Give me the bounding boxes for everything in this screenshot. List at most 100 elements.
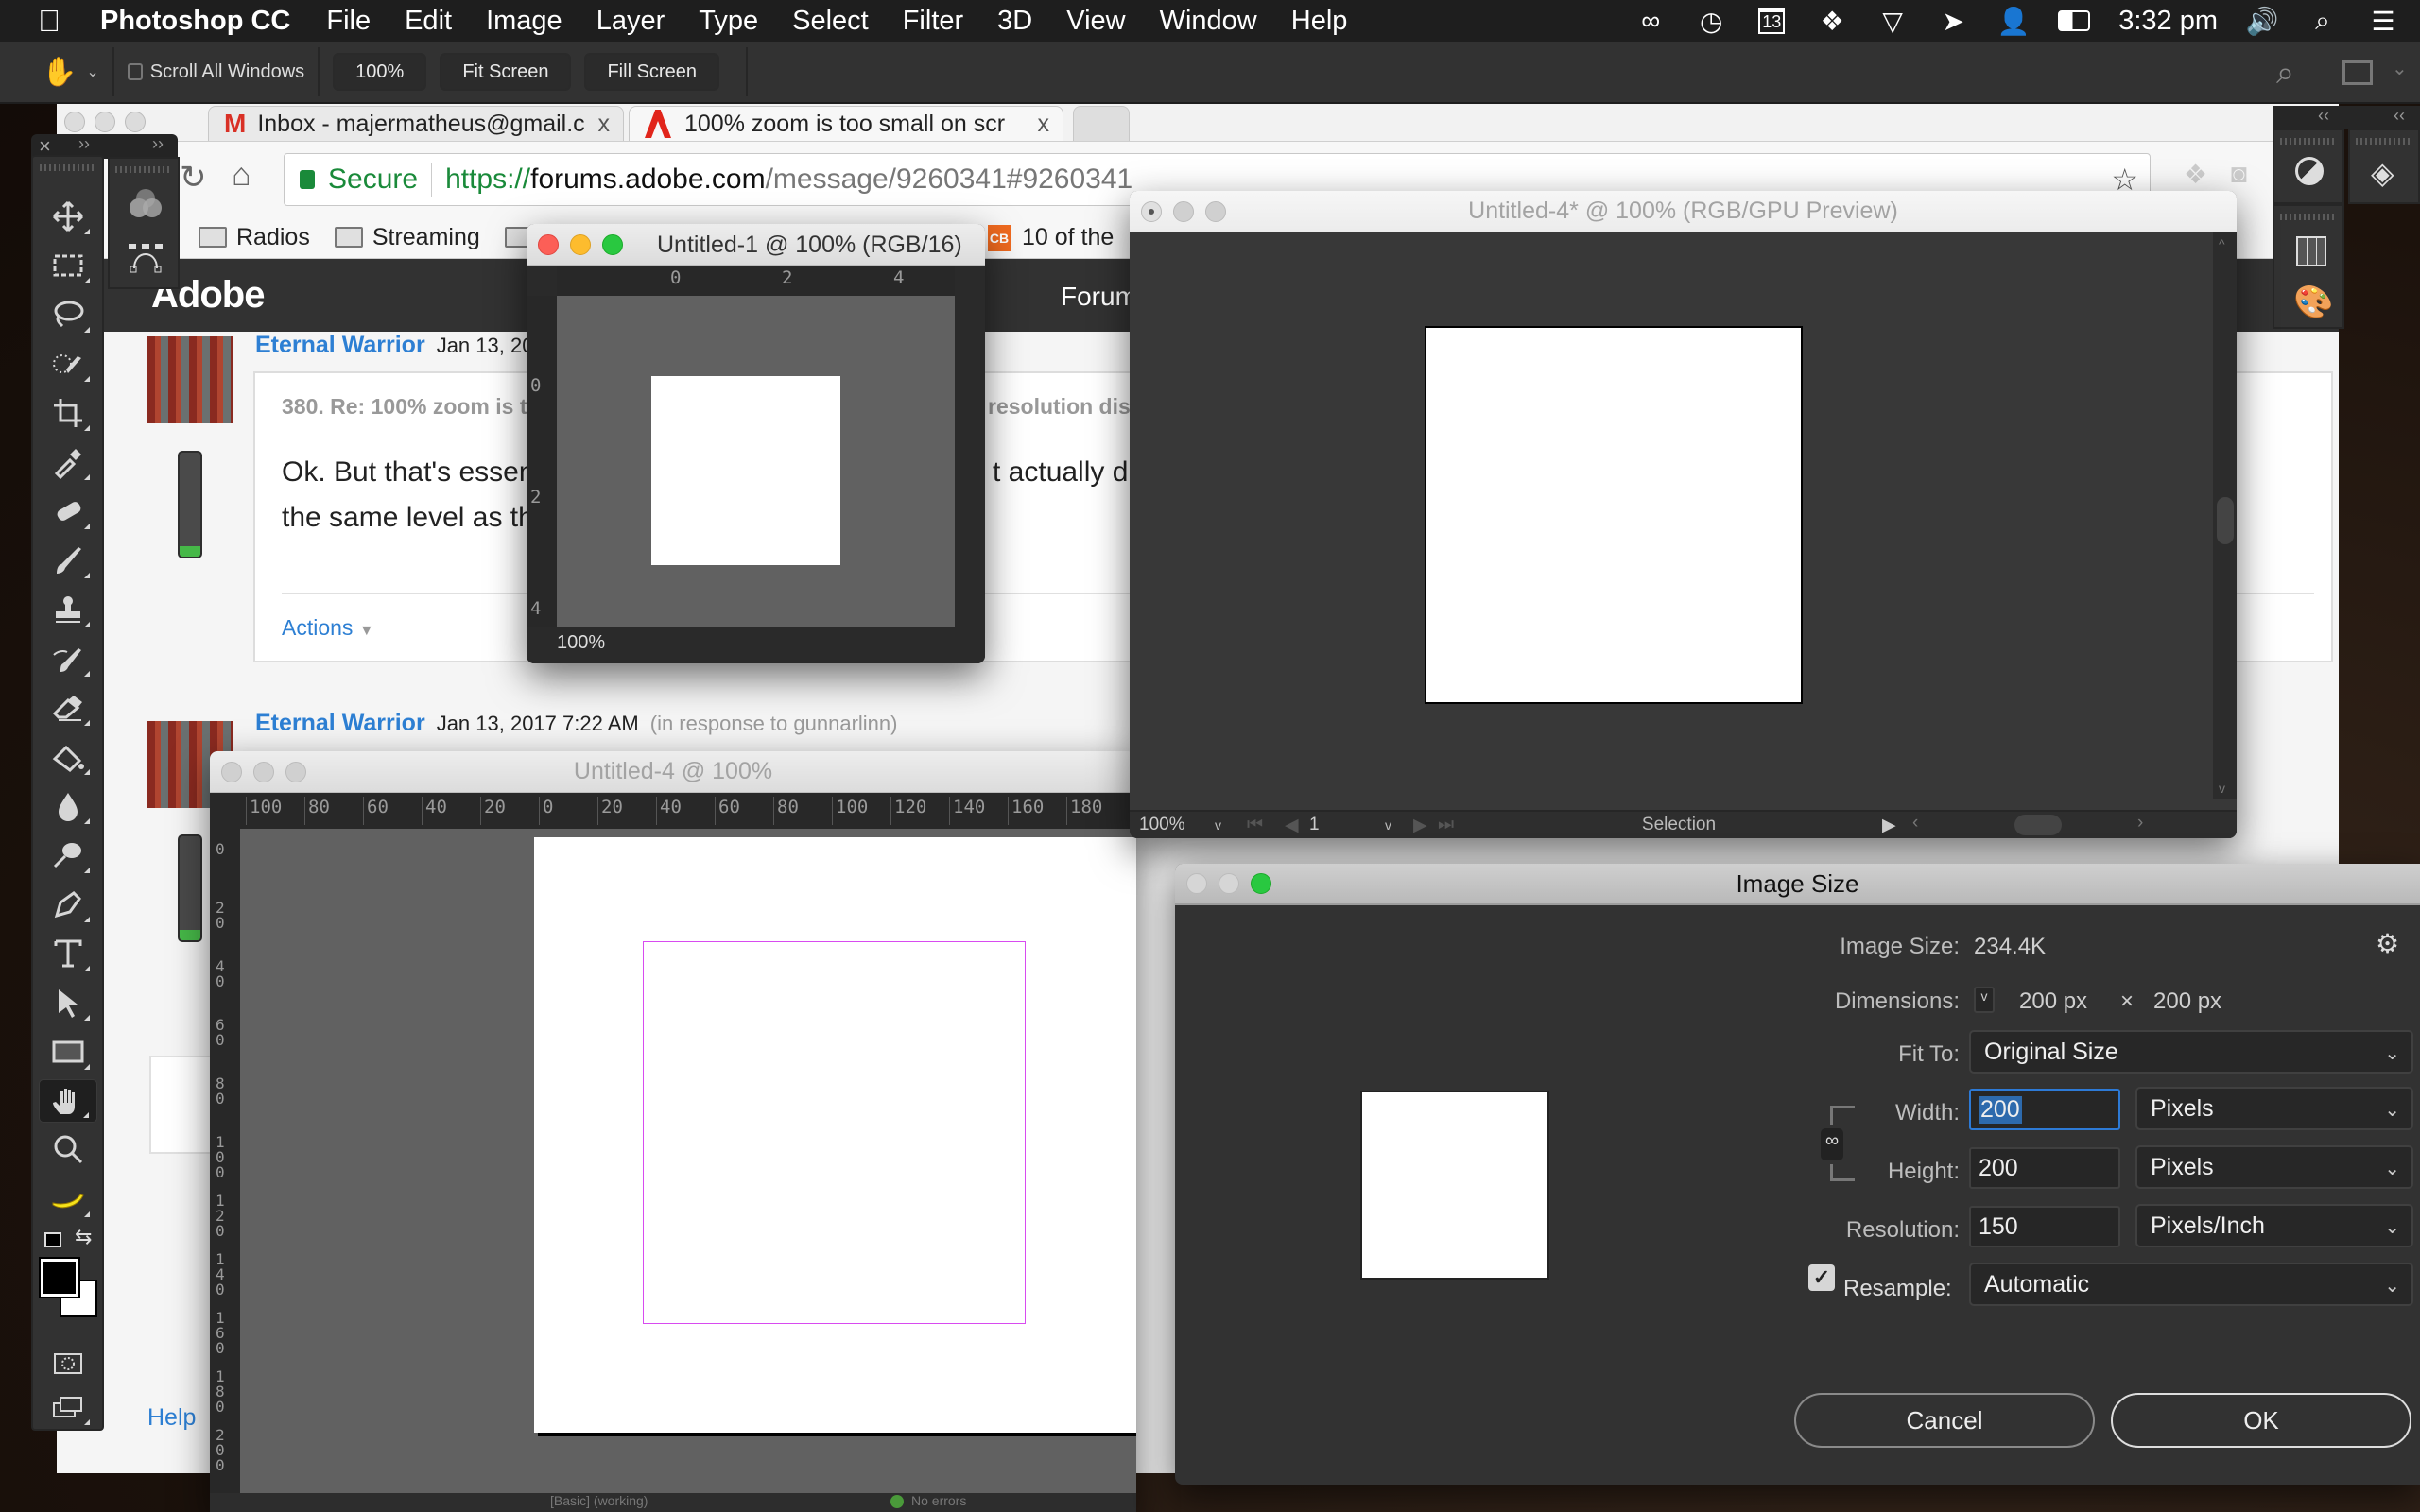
menu-image[interactable]: Image (486, 6, 562, 37)
reload-icon[interactable]: ↻ (180, 159, 207, 197)
apple-icon[interactable]:  (38, 6, 66, 36)
search-icon[interactable]: ⌕ (2276, 55, 2294, 92)
home-icon[interactable]: ⌂ (232, 157, 251, 194)
last-page-icon[interactable]: ⏭ (1438, 815, 1476, 835)
healing-brush-tool[interactable] (39, 490, 97, 533)
quick-selection-tool[interactable] (39, 342, 97, 386)
prev-page-icon[interactable]: ◀ (1285, 815, 1309, 836)
height-input[interactable]: 200 (1969, 1147, 2120, 1189)
gear-icon[interactable]: ⚙ (2376, 928, 2399, 959)
browser-tab-gmail[interactable]: M Inbox - majermatheus@gmail.c x (208, 106, 624, 141)
swap-colors-icon[interactable]: ⇆ (75, 1225, 92, 1249)
scroll-thumb[interactable] (2014, 815, 2062, 835)
scroll-up-icon[interactable]: ^ (2219, 236, 2225, 251)
marquee-tool[interactable] (39, 244, 97, 287)
close-icon[interactable] (64, 112, 85, 132)
clone-stamp-tool[interactable] (39, 588, 97, 631)
expand-panel-icon[interactable]: ›› (78, 134, 90, 154)
clock[interactable]: 3:32 pm (2118, 6, 2218, 37)
hand-tool-icon[interactable]: ✋ (42, 56, 77, 89)
scroll-thumb[interactable] (2217, 497, 2234, 544)
preflight-errors[interactable]: No errors (911, 1493, 966, 1508)
workspace-chevron-icon[interactable]: ⌄ (2392, 57, 2408, 80)
document-title-bar[interactable]: Untitled-4* @ 100% (RGB/GPU Preview) (1130, 191, 2237, 232)
palette-icon[interactable]: 🎨 (2293, 284, 2333, 321)
path-selection-tool[interactable] (39, 981, 97, 1024)
bookmark-radios[interactable]: Radios (199, 224, 310, 251)
zoom-tool[interactable] (39, 1128, 97, 1172)
resample-select[interactable]: Automatic ⌄ (1969, 1263, 2413, 1306)
menu-layer[interactable]: Layer (596, 6, 666, 37)
dimensions-unit-dropdown[interactable]: v (1974, 987, 1995, 1013)
minimize-icon[interactable] (95, 112, 115, 132)
collapse-panel-icon[interactable]: ‹‹ (2394, 106, 2405, 126)
zoom-dropdown-icon[interactable]: v (1215, 817, 1237, 833)
eyedropper-tool[interactable] (39, 440, 97, 484)
foreground-color-swatch[interactable] (39, 1257, 80, 1298)
rectangle-tool[interactable] (39, 1030, 97, 1074)
cancel-button[interactable]: Cancel (1794, 1393, 2095, 1448)
vertical-ruler[interactable]: 0 2 4 (527, 296, 557, 627)
menu-view[interactable]: View (1066, 6, 1125, 37)
maximize-icon[interactable] (125, 112, 146, 132)
channels-icon[interactable] (127, 187, 164, 221)
minimize-window-button[interactable] (570, 233, 591, 255)
fit-screen-button[interactable]: Fit Screen (440, 53, 572, 91)
menu-edit[interactable]: Edit (405, 6, 452, 37)
lasso-tool[interactable] (39, 293, 97, 336)
layers-panel-button[interactable]: ◈ (2348, 129, 2420, 204)
paint-bucket-tool[interactable] (39, 735, 97, 779)
battery-icon[interactable] (2058, 7, 2091, 35)
pen-tool[interactable] (39, 883, 97, 926)
dropbox-extension-icon[interactable]: ❖ (2184, 159, 2207, 190)
width-input[interactable]: 200 (1969, 1089, 2120, 1130)
height-unit-select[interactable]: Pixels ⌄ (2135, 1145, 2413, 1189)
dropbox-icon[interactable]: ❖ (1816, 7, 1848, 36)
dodge-tool[interactable] (39, 833, 97, 877)
tool-preset-chevron-icon[interactable]: ⌄ (86, 62, 98, 81)
workspace-icon[interactable] (2342, 60, 2373, 85)
menu-file[interactable]: File (326, 6, 371, 37)
scroll-down-icon[interactable]: v (2219, 781, 2225, 796)
close-window-button[interactable] (538, 233, 559, 255)
close-tab-icon[interactable]: x (598, 111, 611, 138)
author-link[interactable]: Eternal Warrior (255, 710, 425, 737)
ok-button[interactable]: OK (2111, 1393, 2411, 1448)
panel-grip[interactable] (115, 166, 172, 173)
default-colors-icon[interactable] (44, 1232, 61, 1247)
zoom-window-button[interactable] (602, 233, 623, 255)
vertical-ruler[interactable]: 0 2 0 4 0 6 0 8 0 1 0 0 1 2 0 1 4 0 1 6 0 1 8 0 2 … (210, 829, 240, 1512)
move-tool[interactable] (39, 195, 97, 238)
scroll-left-icon[interactable]: ‹ (1912, 813, 1918, 833)
volume-icon[interactable]: 🔊 (2246, 7, 2279, 36)
fit-to-select[interactable]: Original Size ⌄ (1969, 1030, 2413, 1074)
swatches-icon[interactable] (2296, 236, 2326, 266)
page-dropdown-icon[interactable]: v (1385, 817, 1413, 833)
zoom-100-button[interactable]: 100% (333, 53, 427, 91)
menu-window[interactable]: Window (1160, 6, 1257, 37)
menu-filter[interactable]: Filter (903, 6, 963, 37)
spotlight-icon[interactable]: ⌕ (2307, 6, 2339, 35)
hand-tool[interactable] (39, 1079, 97, 1123)
user-icon[interactable]: 👤 (1997, 7, 2031, 36)
app-menu[interactable]: Photoshop CC (100, 6, 290, 37)
fill-screen-button[interactable]: Fill Screen (584, 53, 719, 91)
panel-grip[interactable] (2280, 138, 2337, 145)
scroll-right-icon[interactable]: › (2137, 813, 2143, 833)
horizontal-ruler[interactable]: 100 80 60 40 20 0 20 40 60 80 100 120 140 160 180 (210, 793, 1136, 829)
panel-grip[interactable] (2280, 214, 2337, 220)
avatar[interactable] (147, 336, 233, 423)
menu-type[interactable]: Type (699, 6, 758, 37)
horizontal-scrollbar[interactable]: ‹ › (1910, 813, 2156, 837)
document-canvas[interactable] (1425, 326, 1803, 704)
crop-tool[interactable] (39, 391, 97, 435)
zoom-level[interactable]: 100% (1139, 815, 1215, 835)
help-link[interactable]: Help (147, 1404, 196, 1432)
resolution-input[interactable]: 150 (1969, 1206, 2120, 1247)
width-unit-select[interactable]: Pixels ⌄ (2135, 1087, 2413, 1130)
type-tool[interactable] (39, 932, 97, 975)
brush-tool[interactable] (39, 539, 97, 582)
preflight-profile[interactable]: [Basic] (working) (550, 1493, 648, 1508)
banana-easter-egg[interactable] (39, 1177, 97, 1221)
vertical-scrollbar[interactable]: ^ v (2213, 232, 2237, 799)
